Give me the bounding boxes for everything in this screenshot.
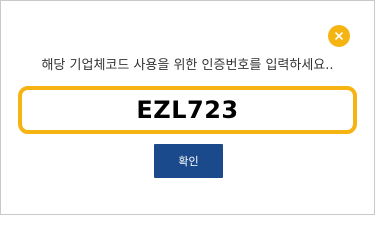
- close-button[interactable]: [328, 25, 350, 47]
- verification-dialog: 해당 기업체코드 사용을 위한 인증번호를 입력하세요.. EZL723 확인: [0, 0, 375, 215]
- dialog-prompt: 해당 기업체코드 사용을 위한 인증번호를 입력하세요..: [41, 58, 334, 73]
- verification-code-field[interactable]: EZL723: [18, 86, 357, 134]
- confirm-button[interactable]: 확인: [154, 144, 223, 178]
- verification-code-value: EZL723: [136, 96, 239, 124]
- close-icon: [335, 32, 343, 40]
